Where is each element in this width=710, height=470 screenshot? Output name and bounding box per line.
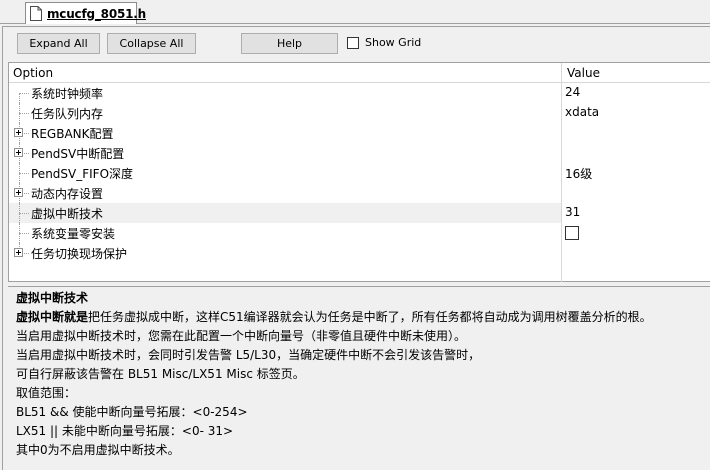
file-icon xyxy=(30,6,42,21)
option-cell[interactable]: 系统变量零安装 xyxy=(9,223,561,243)
option-value[interactable]: 16级 xyxy=(565,165,592,182)
description-line: LX51 || 未能中断向量号拓展：<0- 31> xyxy=(16,424,234,438)
description-line: 虚拟中断就是把任务虚拟成中断，这样C51编译器就会认为任务是中断了，所有任务都将… xyxy=(16,308,710,327)
help-button[interactable]: Help xyxy=(241,33,338,54)
tab-bar: mcucfg_8051.h xyxy=(0,0,710,24)
table-row[interactable]: 动态内存设置 xyxy=(9,183,709,203)
table-row[interactable]: 任务切换现场保护 xyxy=(9,243,709,263)
collapse-all-button[interactable]: Collapse All xyxy=(107,33,196,54)
option-label: 虚拟中断技术 xyxy=(31,207,104,221)
description-title: 虚拟中断技术 xyxy=(16,291,89,305)
value-checkbox[interactable] xyxy=(565,226,579,240)
toolbar: Expand All Collapse All Help Show Grid xyxy=(8,32,708,56)
table-row[interactable]: PendSV_FIFO深度 16级 xyxy=(9,163,709,183)
option-value[interactable]: 24 xyxy=(565,85,580,99)
option-cell[interactable]: 任务切换现场保护 xyxy=(9,243,561,263)
header-option[interactable]: Option xyxy=(13,66,53,80)
show-grid-checkbox[interactable] xyxy=(347,36,359,49)
option-grid: Option Value 系统时钟频率 24 任务队列内存 xdata REGBANK配… xyxy=(8,62,710,283)
option-value[interactable]: 31 xyxy=(565,205,580,219)
option-label: 任务切换现场保护 xyxy=(31,247,128,261)
table-row[interactable]: 系统变量零安装 xyxy=(9,223,709,243)
tree-line xyxy=(19,213,29,214)
expand-all-button[interactable]: Expand All xyxy=(17,33,100,54)
description-panel: 虚拟中断技术 虚拟中断就是把任务虚拟成中断，这样C51编译器就会认为任务是中断了… xyxy=(8,286,710,470)
tab-mcucfg[interactable]: mcucfg_8051.h xyxy=(25,2,146,24)
option-label: 系统时钟频率 xyxy=(31,87,104,101)
expand-plus-icon[interactable] xyxy=(14,188,23,197)
option-label: PendSV_FIFO深度 xyxy=(31,167,134,181)
description-line: 当启用虚拟中断技术时，您需在此配置一个中断向量号（非零值且硬件中断未使用）。 xyxy=(16,329,467,343)
description-bold: 虚拟中断就是 xyxy=(16,310,89,324)
header-value[interactable]: Value xyxy=(567,66,600,80)
description-line: 可自行屏蔽该告警在 BL51 Misc/LX51 Misc 标签页。 xyxy=(16,367,305,381)
option-cell[interactable]: PendSV_FIFO深度 xyxy=(9,163,561,183)
description-line: BL51 && 使能中断向量号拓展：<0-254> xyxy=(16,405,248,419)
option-cell[interactable]: 任务队列内存 xyxy=(9,103,561,123)
tree-line xyxy=(19,93,20,103)
expand-plus-icon[interactable] xyxy=(14,248,23,257)
table-row[interactable]: PendSV中断配置 xyxy=(9,143,709,163)
table-row[interactable]: 虚拟中断技术 31 xyxy=(9,203,709,223)
tree-line xyxy=(19,233,29,234)
option-cell[interactable]: REGBANK配置 xyxy=(9,123,561,143)
tree-line xyxy=(19,113,29,114)
table-row[interactable]: 系统时钟频率 24 xyxy=(9,83,709,103)
tab-label: mcucfg_8051.h xyxy=(47,6,146,21)
description-line: 当启用虚拟中断技术时，会同时引发告警 L5/L30，当确定硬件中断不会引发该告警… xyxy=(16,348,481,362)
option-cell[interactable]: 动态内存设置 xyxy=(9,183,561,203)
option-label: 动态内存设置 xyxy=(31,187,104,201)
option-value[interactable]: xdata xyxy=(565,105,599,119)
option-cell[interactable]: 系统时钟频率 xyxy=(9,83,561,103)
tree-line xyxy=(19,173,29,174)
option-label: 系统变量零安装 xyxy=(31,227,116,241)
tree-line xyxy=(19,93,29,94)
option-label: REGBANK配置 xyxy=(31,127,114,141)
option-label: 任务队列内存 xyxy=(31,107,104,121)
description-line: 其中0为不启用虚拟中断技术。 xyxy=(16,443,180,457)
table-row[interactable]: 任务队列内存 xdata xyxy=(9,103,709,123)
table-row[interactable]: REGBANK配置 xyxy=(9,123,709,143)
show-grid-label: Show Grid xyxy=(365,36,422,49)
option-cell[interactable]: 虚拟中断技术 xyxy=(9,203,561,223)
description-text: 把任务虚拟成中断，这样C51编译器就会认为任务是中断了，所有任务都将自动成为调用… xyxy=(88,310,652,324)
description-line: 取值范围： xyxy=(16,386,77,400)
option-label: PendSV中断配置 xyxy=(31,147,125,161)
show-grid-toggle[interactable]: Show Grid xyxy=(347,36,421,49)
expand-plus-icon[interactable] xyxy=(14,148,23,157)
expand-plus-icon[interactable] xyxy=(14,128,23,137)
option-cell[interactable]: PendSV中断配置 xyxy=(9,143,561,163)
grid-header: Option Value xyxy=(9,63,710,83)
